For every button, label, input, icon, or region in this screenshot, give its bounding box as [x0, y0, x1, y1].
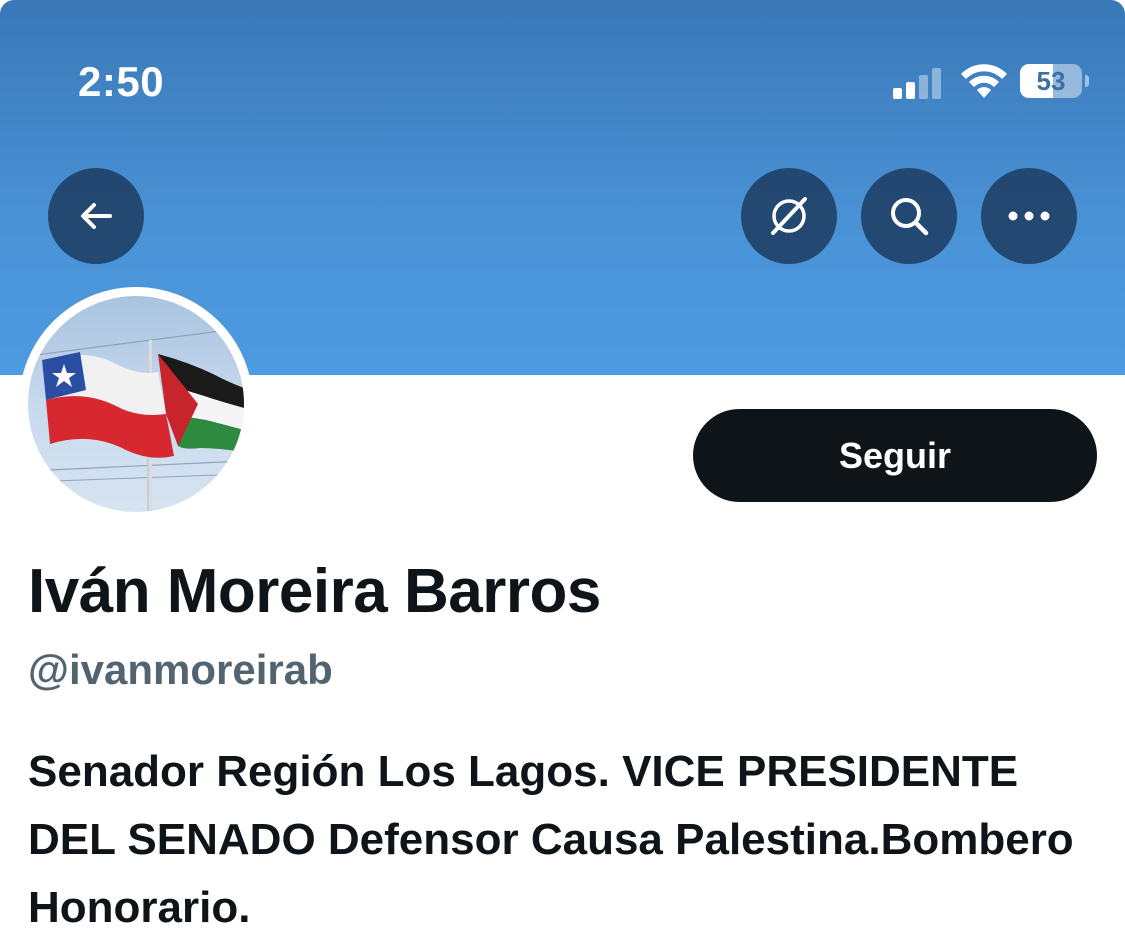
follow-button[interactable]: Seguir [693, 409, 1097, 502]
display-name: Iván Moreira Barros [28, 557, 601, 626]
wifi-icon [961, 64, 1007, 98]
profile-bio: Senador Región Los Lagos. VICE PRESIDENT… [28, 747, 1074, 932]
cellular-signal-icon [893, 68, 941, 99]
search-button[interactable] [861, 168, 957, 264]
signal-bar-4 [932, 68, 941, 99]
signal-bar-1 [893, 88, 902, 99]
more-icon [1008, 211, 1050, 221]
back-button[interactable] [48, 168, 144, 264]
status-time: 2:50 [78, 58, 165, 105]
battery-level-text: 53 [1036, 66, 1066, 96]
grok-icon [771, 197, 807, 235]
battery-icon: 53 [1020, 64, 1090, 100]
arrow-left-icon [81, 203, 112, 229]
more-button[interactable] [981, 168, 1077, 264]
avatar[interactable] [19, 287, 253, 521]
signal-bar-2 [906, 82, 915, 99]
avatar-image [28, 296, 244, 512]
search-icon [891, 198, 929, 236]
signal-bar-3 [919, 75, 928, 99]
grok-button[interactable] [741, 168, 837, 264]
chile-palestine-flags-image [28, 327, 244, 512]
username-handle: @ivanmoreirab [28, 646, 333, 693]
